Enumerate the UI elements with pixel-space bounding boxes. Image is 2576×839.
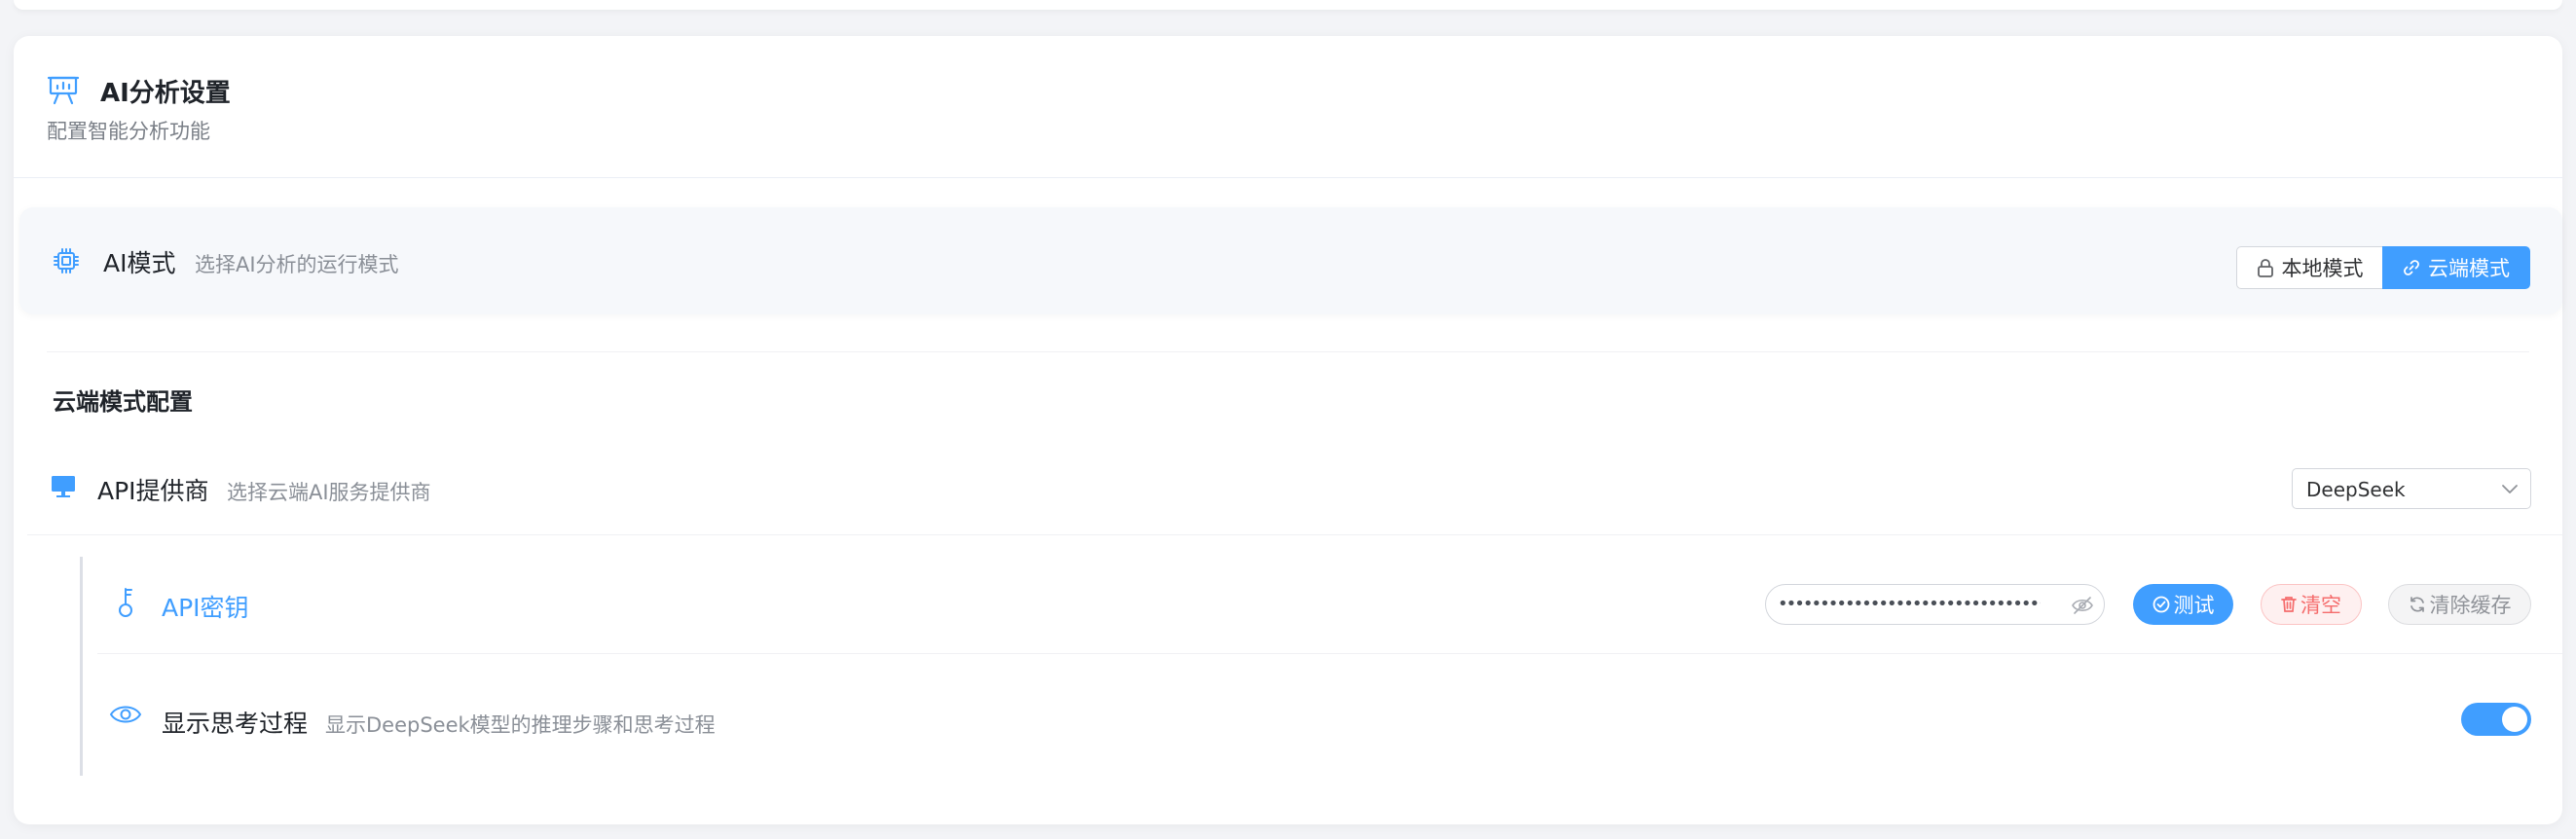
api-provider-title: API提供商	[97, 477, 209, 505]
ai-mode-segmented-control: 本地模式 云端模式	[2236, 246, 2530, 289]
test-api-key-button[interactable]: 测试	[2133, 584, 2233, 625]
nested-group-indicator	[80, 557, 83, 776]
api-key-title: API密钥	[162, 594, 249, 622]
divider	[47, 351, 2529, 352]
key-icon	[119, 588, 132, 617]
toggle-knob	[2502, 707, 2527, 732]
api-provider-select[interactable]: DeepSeek	[2292, 468, 2531, 509]
link-icon	[2404, 260, 2419, 275]
ai-mode-description: 选择AI分析的运行模式	[195, 253, 399, 276]
cloud-mode-label: 云端模式	[2428, 257, 2510, 280]
divider	[97, 653, 2562, 654]
cloud-mode-button[interactable]: 云端模式	[2382, 246, 2530, 289]
monitor-icon	[52, 476, 75, 497]
cpu-chip-icon	[54, 248, 79, 274]
previous-card-edge	[14, 0, 2562, 10]
show-thinking-title: 显示思考过程	[162, 710, 309, 738]
eye-icon	[109, 706, 142, 723]
ai-settings-card: AI分析设置 配置智能分析功能 AI模式 选择AI分析的运行模式 本地模式 云端…	[14, 36, 2562, 824]
check-circle-icon	[2153, 596, 2169, 613]
cloud-config-section-title: 云端模式配置	[53, 388, 193, 416]
eye-off-icon[interactable]	[2071, 596, 2094, 615]
api-provider-description: 选择云端AI服务提供商	[227, 481, 431, 504]
trash-icon	[2281, 597, 2297, 612]
api-key-input[interactable]: ••••••••••••••••••••••••••••••••••••	[1765, 584, 2105, 625]
presentation-chart-icon	[47, 76, 80, 105]
ai-mode-row: AI模式 选择AI分析的运行模式	[19, 207, 2562, 314]
test-button-label: 测试	[2173, 594, 2215, 617]
refresh-icon	[2410, 597, 2424, 612]
lock-icon	[2257, 259, 2273, 277]
chevron-down-icon	[2502, 485, 2518, 493]
local-mode-label: 本地模式	[2281, 257, 2364, 280]
page-subtitle: 配置智能分析功能	[47, 120, 210, 143]
ai-mode-title: AI模式	[103, 249, 176, 277]
api-provider-selected-value: DeepSeek	[2306, 478, 2406, 501]
page-title: AI分析设置	[100, 79, 231, 108]
clear-cache-button[interactable]: 清除缓存	[2388, 584, 2531, 625]
api-key-masked-value: ••••••••••••••••••••••••••••••••••••	[1778, 594, 2041, 614]
show-thinking-description: 显示DeepSeek模型的推理步骤和思考过程	[325, 713, 716, 737]
divider	[27, 534, 2562, 535]
local-mode-button[interactable]: 本地模式	[2236, 246, 2382, 289]
show-thinking-toggle[interactable]	[2461, 703, 2531, 736]
clear-button-label: 清空	[2300, 594, 2341, 617]
clear-cache-label: 清除缓存	[2429, 594, 2512, 617]
card-header: AI分析设置 配置智能分析功能	[14, 36, 2562, 178]
clear-api-key-button[interactable]: 清空	[2261, 584, 2362, 625]
